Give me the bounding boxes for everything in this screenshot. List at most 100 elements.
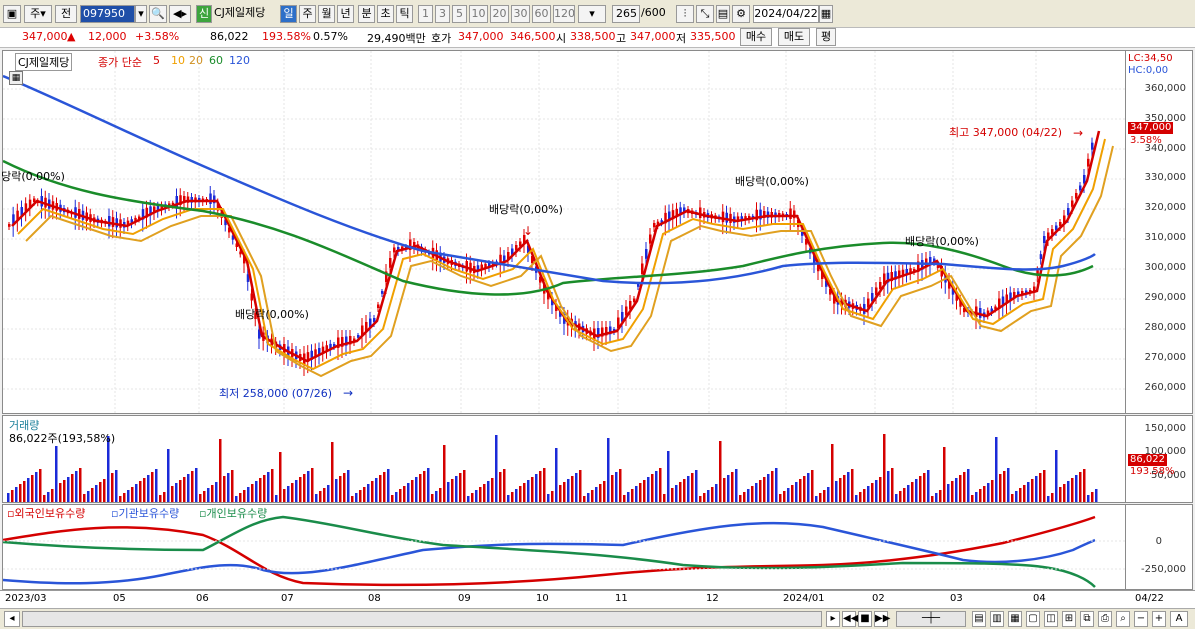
y-tick: 310,000 [1144,232,1186,243]
copy-icon[interactable]: ⧉ [1080,611,1094,627]
dividend-label-5: 배당락(0,00%) [905,235,979,248]
minute-opt-30[interactable]: 30 [511,5,530,23]
y-tick: -250,000 [1141,564,1186,575]
high-label: 고 [616,32,627,45]
y-tick: 260,000 [1144,382,1186,393]
holdings-pane[interactable]: ▫외국인보유수량 ▫기관보유수량 ▫개인보유수량 [2,504,1127,590]
x-tick: 12 [706,593,719,604]
window-menu-icon[interactable]: ▣ [3,5,21,23]
low-price: 335,500 [690,30,736,43]
svg-text:→: → [1073,126,1083,140]
legend-ma20: 20 [189,54,203,67]
custom-period-select[interactable]: ▾ [578,5,606,23]
price-y-axis: LC:34,50 HC:0,00 360,000 350,000 340,000… [1126,50,1193,414]
minute-opt-60[interactable]: 60 [532,5,551,23]
legend-ma10: 10 [171,54,185,67]
legend-foreign-label: 외국인보유수량 [14,507,86,520]
svg-text:→: → [343,386,353,400]
split-icon[interactable]: ▥ [990,611,1004,627]
mode-button[interactable]: 전 [55,5,77,23]
zoom-out-icon[interactable]: − [1134,611,1148,627]
dividend-label-2: 배당락(0,00%) [235,308,309,321]
period-main-select[interactable]: 주▾ [24,5,52,23]
tab-tick[interactable]: 틱 [396,5,413,23]
price-chart-pane[interactable]: → → ↓ CJ제일제당 종가 단순 5 10 20 60 120 ▦ 최고 347… [0,50,1127,415]
volume-value-label: 86,022주(193,58%) [9,432,116,445]
table-view-icon[interactable]: ▦ [9,71,23,85]
buy-button[interactable]: 매수 [740,28,772,46]
minute-opt-5[interactable]: 5 [452,5,467,23]
gear-icon[interactable]: ⚙ [732,5,750,23]
tab-minute[interactable]: 분 [358,5,375,23]
tile-icon[interactable]: ⊞ [1062,611,1076,627]
chart-icon[interactable]: ◫ [1044,611,1058,627]
legend-institution: ▫기관보유수량 [111,507,180,520]
volume-pane[interactable]: 거래량 86,022주(193,58%) [2,415,1126,503]
prev-next-icon[interactable]: ◀▸ [169,5,191,23]
x-tick: 03 [950,593,963,604]
tab-month[interactable]: 월 [318,5,335,23]
toolbar: ▣ 주▾ 전 097950 ▾ 🔍 ◀▸ 신 CJ제일제당 일 주 월 년 분 … [0,0,1195,28]
svg-text:↓: ↓ [523,224,533,238]
scroll-left-icon[interactable]: ◂ [4,611,20,627]
trade-amount: 29,490백만 [367,32,426,45]
period-main-label: 주 [30,7,41,20]
open-label: 시 [556,32,567,45]
dividend-label-3: 배당락(0,00%) [489,203,563,216]
fastforward-icon[interactable]: ▶▶ [874,611,890,627]
x-tick: 04 [1033,593,1046,604]
price-change-pct: +3.58% [135,30,180,43]
minute-opt-10[interactable]: 10 [469,5,488,23]
print-icon[interactable]: ⎙ [1098,611,1112,627]
scroll-right-icon[interactable]: ▸ [826,611,840,627]
sell-button[interactable]: 매도 [778,28,810,46]
stop-icon[interactable]: ■ [858,611,872,627]
calendar-icon[interactable]: ▦ [819,5,833,23]
horizontal-scrollbar[interactable] [22,611,822,627]
minute-opt-3[interactable]: 3 [435,5,450,23]
legend-stock-name: CJ제일제당 [15,53,73,71]
save-icon[interactable]: ▤ [716,5,730,23]
window-icon[interactable]: ▢ [1026,611,1040,627]
high-price: 347,000 [630,30,676,43]
eval-button[interactable]: 평 [816,28,836,46]
tab-day[interactable]: 일 [280,5,297,23]
minute-opt-120[interactable]: 120 [553,5,575,23]
open-price: 338,500 [570,30,616,43]
zoom-in-icon[interactable]: + [1152,611,1166,627]
count-input[interactable]: 265 [612,5,640,23]
last-volume-tag: 86,022 [1128,454,1167,466]
grid-icon[interactable]: ▦ [1008,611,1022,627]
code-dropdown-icon[interactable]: ▾ [135,5,147,23]
ask-price: 347,000 [458,30,504,43]
draw-tool-icon[interactable]: ⤡ [696,5,714,23]
rewind-icon[interactable]: ◀◀ [842,611,858,627]
legend-ma120: 120 [229,54,250,67]
ask-label: 호가 [431,32,452,45]
auto-scale-button[interactable]: A [1170,611,1188,627]
zoom-slider[interactable]: ─┼─ [896,611,966,627]
tab-second[interactable]: 초 [377,5,394,23]
minute-opt-20[interactable]: 20 [490,5,509,23]
y-tick: 300,000 [1144,262,1186,273]
tab-week[interactable]: 주 [299,5,316,23]
search-icon[interactable]: 🔍 [149,5,167,23]
count-total: /600 [641,6,666,19]
x-tick: 08 [368,593,381,604]
quote-bar: 347,000 ▲ 12,000 +3.58% 86,022 193.58% 0… [0,28,1195,48]
layout-icon[interactable]: ▤ [972,611,986,627]
legend-foreign: ▫외국인보유수량 [7,507,86,520]
legend-ma-label: 종가 단순 [98,56,142,69]
holdings-y-axis: 0 -250,000 [1126,504,1193,590]
dividend-label-1: 배당락(0,00%) [0,170,65,183]
date-input[interactable]: 2024/04/22 [753,5,819,23]
stock-code-input[interactable]: 097950 [80,5,135,23]
zoom-search-icon[interactable]: ⌕ [1116,611,1130,627]
y-tick: 290,000 [1144,292,1186,303]
minute-opt-1[interactable]: 1 [418,5,433,23]
y-tick: 330,000 [1144,172,1186,183]
y-tick: 320,000 [1144,202,1186,213]
candle-type-icon[interactable]: ⫶ [676,5,694,23]
volume-value: 86,022 [210,30,249,43]
tab-year[interactable]: 년 [337,5,354,23]
